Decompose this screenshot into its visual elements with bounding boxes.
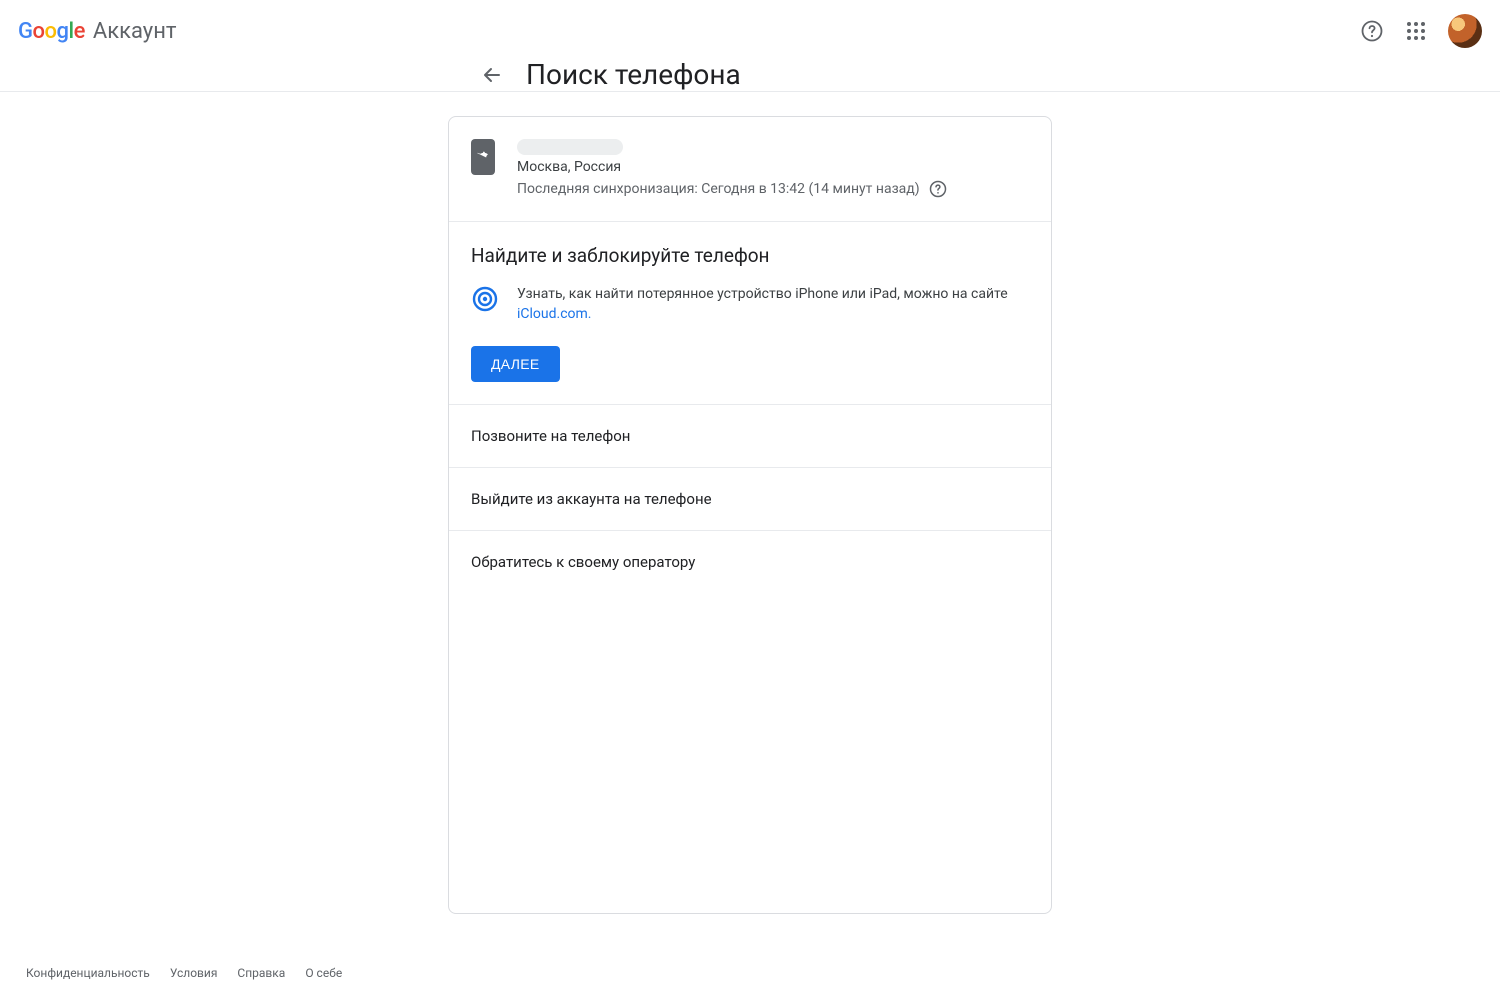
device-location: Москва, Россия bbox=[517, 159, 948, 175]
sync-help-icon[interactable] bbox=[928, 179, 948, 199]
icloud-link[interactable]: iCloud.com. bbox=[517, 306, 592, 322]
footer-help[interactable]: Справка bbox=[237, 966, 285, 980]
device-sync-text: Последняя синхронизация: Сегодня в 13:42… bbox=[517, 181, 920, 197]
device-card: Москва, Россия Последняя синхронизация: … bbox=[448, 116, 1052, 914]
footer: Конфиденциальность Условия Справка О себ… bbox=[0, 954, 1500, 1000]
phone-device-icon bbox=[471, 139, 495, 175]
action-call-phone[interactable]: Позвоните на телефон bbox=[449, 405, 1051, 468]
title-bar: Поиск телефона bbox=[200, 58, 1300, 91]
footer-privacy[interactable]: Конфиденциальность bbox=[26, 966, 150, 980]
find-lock-title: Найдите и заблокируйте телефон bbox=[471, 244, 1029, 267]
action-sign-out[interactable]: Выйдите из аккаунта на телефоне bbox=[449, 468, 1051, 531]
footer-about[interactable]: О себе bbox=[305, 966, 342, 980]
brand: Google Аккаунт bbox=[18, 19, 176, 44]
brand-subtitle: Аккаунт bbox=[93, 19, 177, 44]
footer-terms[interactable]: Условия bbox=[170, 966, 218, 980]
find-lock-section: Найдите и заблокируйте телефон Узнать, к… bbox=[449, 222, 1051, 405]
find-lock-text: Узнать, как найти потерянное устройство … bbox=[517, 285, 1029, 324]
page-title: Поиск телефона bbox=[526, 58, 741, 91]
help-icon[interactable] bbox=[1360, 19, 1384, 43]
locate-target-icon bbox=[471, 285, 499, 313]
apps-grid-icon[interactable] bbox=[1404, 19, 1428, 43]
device-name-placeholder bbox=[517, 139, 623, 155]
back-arrow-icon[interactable] bbox=[480, 63, 504, 87]
main-content: Москва, Россия Последняя синхронизация: … bbox=[0, 92, 1500, 954]
google-logo: Google bbox=[18, 19, 85, 44]
header-actions bbox=[1360, 14, 1482, 48]
device-header-section: Москва, Россия Последняя синхронизация: … bbox=[449, 117, 1051, 222]
action-contact-carrier[interactable]: Обратитесь к своему оператору bbox=[449, 531, 1051, 593]
app-header: Google Аккаунт bbox=[0, 0, 1500, 58]
next-button[interactable]: ДАЛЕЕ bbox=[471, 346, 560, 382]
avatar[interactable] bbox=[1448, 14, 1482, 48]
